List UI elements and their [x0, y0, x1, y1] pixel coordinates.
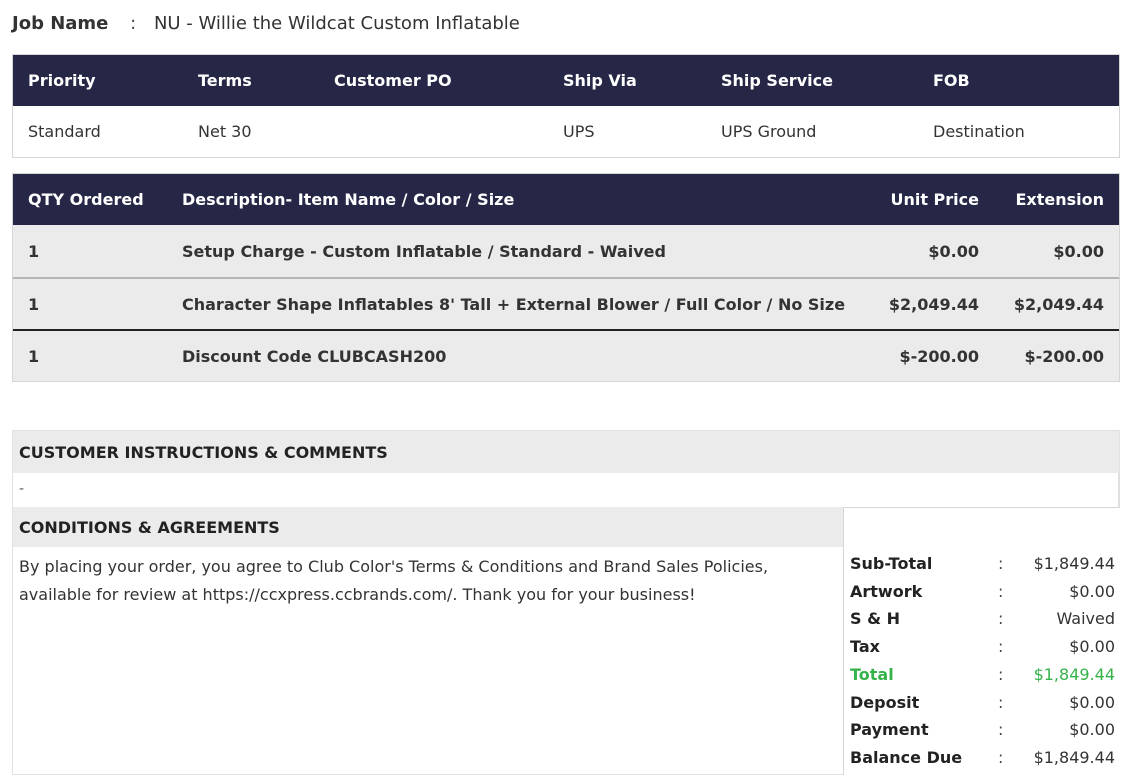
deposit-row: Deposit : $0.00 — [844, 689, 1121, 716]
instructions-heading: CUSTOMER INSTRUCTIONS & COMMENTS — [13, 431, 1119, 473]
item-unit-price: $-200.00 — [899, 346, 979, 366]
total-separator: : — [998, 664, 1004, 684]
qty-header: QTY Ordered — [28, 190, 144, 209]
item-extension: $0.00 — [1053, 241, 1104, 261]
totals-panel: Sub-Total : $1,849.44 Artwork : $0.00 S … — [843, 507, 1120, 775]
item-description: Setup Charge - Custom Inflatable / Stand… — [182, 241, 666, 261]
total-value: $0.00 — [1069, 637, 1115, 657]
total-value: $1,849.44 — [1033, 554, 1115, 573]
shipping-values-row: Standard Net 30 UPS UPS Ground Destinati… — [13, 106, 1119, 157]
instructions-body: - — [13, 473, 1119, 507]
item-qty: 1 — [28, 294, 40, 314]
total-label: Sub-Total — [850, 554, 933, 573]
job-name-label: Job Name — [12, 13, 109, 34]
shipping-table: Priority Terms Customer PO Ship Via Ship… — [12, 54, 1120, 158]
total-label: Payment — [850, 720, 929, 740]
total-separator: : — [998, 692, 1004, 712]
items-header-row: QTY Ordered Description- Item Name / Col… — [13, 174, 1119, 225]
total-separator: : — [998, 747, 1004, 767]
total-value: $0.00 — [1069, 692, 1115, 712]
total-label: S & H — [850, 609, 901, 629]
total-separator: : — [998, 581, 1004, 601]
table-row: 1 Character Shape Inflatables 8' Tall + … — [13, 277, 1119, 329]
grand-total-row: Total : $1,849.44 — [844, 661, 1121, 688]
priority-header: Priority — [28, 71, 96, 90]
line-items-table: QTY Ordered Description- Item Name / Col… — [12, 173, 1120, 382]
terms-header: Terms — [198, 71, 252, 90]
subtotal-row: Sub-Total : $1,849.44 — [844, 550, 1121, 577]
shipping-handling-row: S & H : Waived — [844, 605, 1121, 632]
total-label: Tax — [850, 637, 880, 657]
item-extension: $-200.00 — [1024, 346, 1104, 366]
fob-header: FOB — [933, 71, 970, 90]
artwork-row: Artwork : $0.00 — [844, 578, 1121, 605]
ship-service-value: UPS Ground — [721, 122, 817, 141]
extension-header: Extension — [1015, 190, 1104, 209]
total-label: Deposit — [850, 692, 920, 712]
item-qty: 1 — [28, 241, 40, 261]
total-value: Waived — [1056, 609, 1115, 629]
conditions-body: By placing your order, you agree to Club… — [19, 557, 769, 604]
total-separator: : — [998, 637, 1004, 657]
table-row: 1 Discount Code CLUBCASH200 $-200.00 $-2… — [13, 329, 1119, 381]
shipping-header-row: Priority Terms Customer PO Ship Via Ship… — [13, 55, 1119, 106]
total-value: $1,849.44 — [1033, 747, 1115, 767]
job-name-separator: : — [130, 13, 137, 34]
job-name-value: NU - Willie the Wildcat Custom Inflatabl… — [153, 13, 520, 34]
item-unit-price: $2,049.44 — [888, 294, 979, 314]
total-value: $1,849.44 — [1033, 664, 1115, 684]
unit-price-header: Unit Price — [890, 190, 979, 209]
total-label: Total — [850, 664, 894, 684]
terms-value: Net 30 — [198, 122, 252, 141]
notes-and-totals-section: CUSTOMER INSTRUCTIONS & COMMENTS - CONDI… — [12, 430, 1120, 775]
job-name-line: Job Name : NU - Willie the Wildcat Custo… — [12, 12, 520, 36]
conditions-heading: CONDITIONS & AGREEMENTS — [13, 507, 843, 547]
payment-row: Payment : $0.00 — [844, 716, 1121, 743]
balance-due-row: Balance Due : $1,849.44 — [844, 744, 1121, 771]
item-description: Character Shape Inflatables 8' Tall + Ex… — [182, 294, 846, 314]
total-label: Artwork — [850, 581, 923, 601]
item-unit-price: $0.00 — [928, 241, 979, 261]
item-qty: 1 — [28, 346, 40, 366]
tax-row: Tax : $0.00 — [844, 633, 1121, 660]
ship-via-value: UPS — [563, 122, 595, 141]
total-separator: : — [998, 720, 1004, 740]
ship-service-header: Ship Service — [721, 71, 833, 90]
total-value: $0.00 — [1069, 581, 1115, 601]
total-separator: : — [998, 554, 1004, 573]
customer-po-header: Customer PO — [334, 71, 452, 90]
table-row: 1 Setup Charge - Custom Inflatable / Sta… — [13, 225, 1119, 277]
fob-value: Destination — [933, 122, 1025, 141]
total-label: Balance Due — [850, 747, 963, 767]
total-separator: : — [998, 609, 1004, 629]
priority-value: Standard — [28, 122, 101, 141]
ship-via-header: Ship Via — [563, 71, 637, 90]
total-value: $0.00 — [1069, 720, 1115, 740]
item-description: Discount Code CLUBCASH200 — [182, 346, 447, 366]
item-extension: $2,049.44 — [1013, 294, 1104, 314]
description-header: Description- Item Name / Color / Size — [182, 190, 515, 209]
